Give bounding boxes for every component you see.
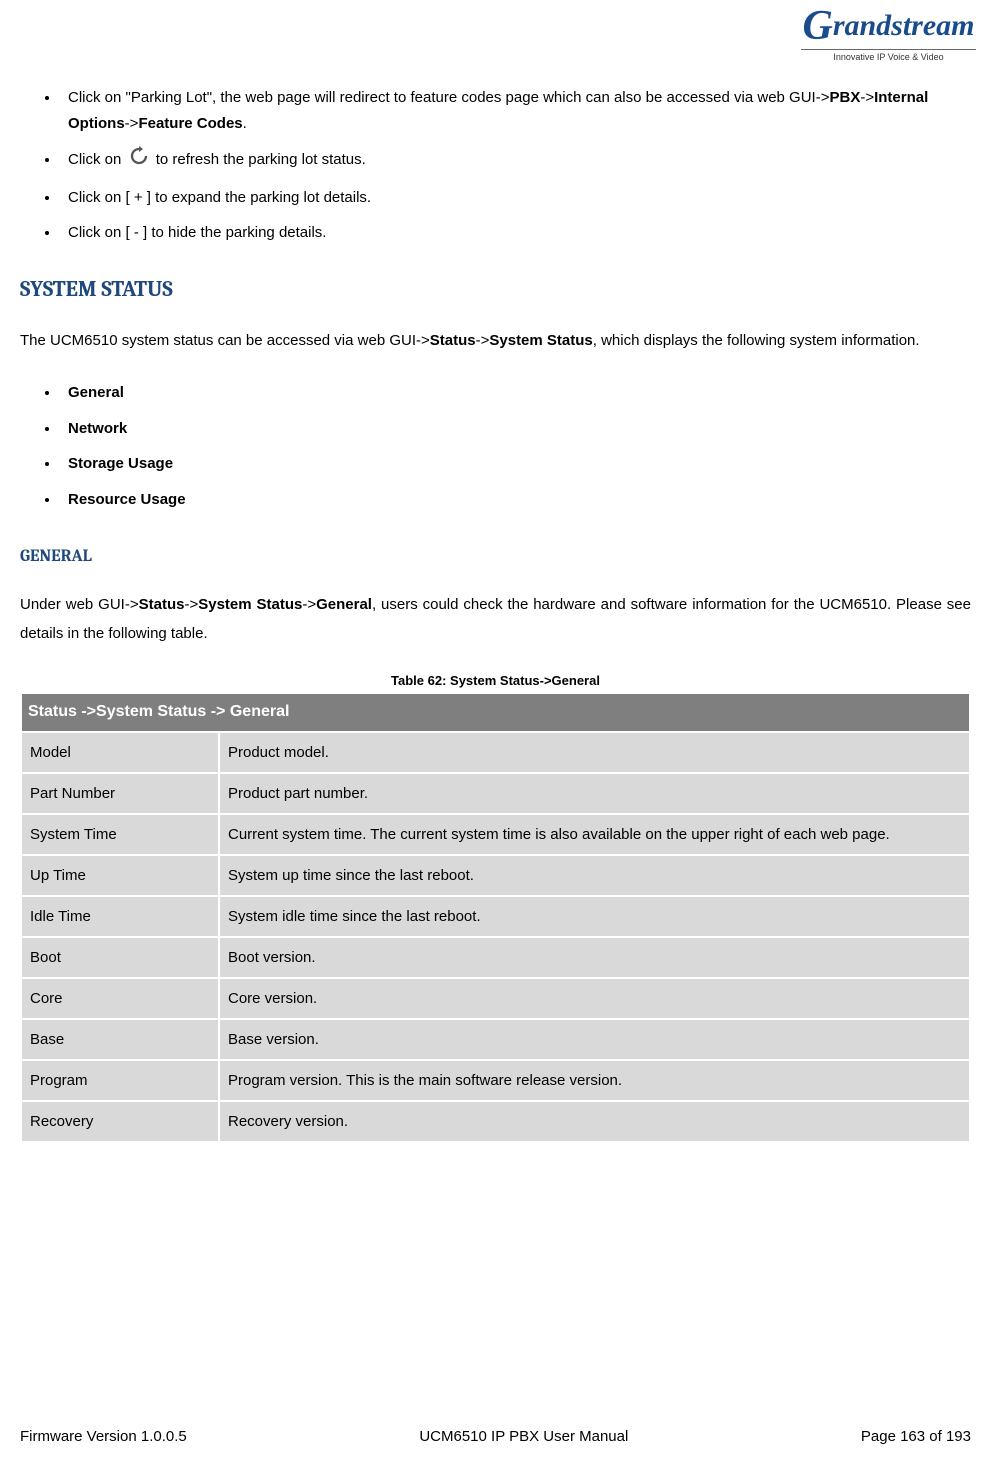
subsection-heading: GENERAL [20,547,971,566]
table-row: System Time Current system time. The cur… [22,815,969,854]
page-content: Click on "Parking Lot", the web page wil… [20,20,971,1143]
path-segment: Status [139,596,185,613]
row-label: Model [22,733,218,772]
sep: -> [184,596,198,613]
logo-tagline: Innovative IP Voice & Video [801,49,976,62]
text: , which displays the following system in… [593,332,920,349]
section-heading: SYSTEM STATUS [20,276,971,302]
sep: -> [476,332,490,349]
table-row: Model Product model. [22,733,969,772]
footer-left: Firmware Version 1.0.0.5 [20,1428,187,1445]
text: to refresh the parking lot status. [156,151,366,168]
label: Network [68,420,127,437]
path-segment: System Status [489,332,592,349]
info-category-list: General Network Storage Usage Resource U… [20,380,971,512]
table-row: Base Base version. [22,1020,969,1059]
row-label: System Time [22,815,218,854]
path-segment: Feature Codes [138,115,242,132]
instruction-list-1: Click on "Parking Lot", the web page wil… [20,85,971,246]
row-desc: System idle time since the last reboot. [220,897,969,936]
row-desc: Base version. [220,1020,969,1059]
table-row: Program Program version. This is the mai… [22,1061,969,1100]
general-status-table: Status ->System Status -> General Model … [20,692,971,1143]
refresh-icon [129,146,149,175]
list-item: Network [60,416,971,442]
row-desc: Current system time. The current system … [220,815,969,854]
row-desc: Program version. This is the main softwa… [220,1061,969,1100]
brand-logo: Grandstream Innovative IP Voice & Video [801,5,976,65]
table-header: Status ->System Status -> General [22,694,969,731]
sep: -> [125,115,139,132]
table-row: Up Time System up time since the last re… [22,856,969,895]
row-label: Recovery [22,1102,218,1141]
row-desc: Product part number. [220,774,969,813]
subsection-intro: Under web GUI->Status->System Status->Ge… [20,591,971,648]
footer-center: UCM6510 IP PBX User Manual [419,1428,628,1445]
row-desc: System up time since the last reboot. [220,856,969,895]
sep: -> [302,596,316,613]
footer-right: Page 163 of 193 [861,1428,971,1445]
list-item: Storage Usage [60,451,971,477]
sep: -> [860,89,874,106]
table-row: Boot Boot version. [22,938,969,977]
list-item: Resource Usage [60,487,971,513]
row-label: Boot [22,938,218,977]
label: Resource Usage [68,491,186,508]
list-item: Click on "Parking Lot", the web page wil… [60,85,971,136]
row-label: Up Time [22,856,218,895]
path-segment: General [316,596,372,613]
label: General [68,384,124,401]
list-item: Click on to refresh the parking lot stat… [60,146,971,175]
text: , users could check the hardware and sof… [372,596,687,613]
table-row: Idle Time System idle time since the las… [22,897,969,936]
text: Click on "Parking Lot", the web page wil… [68,89,829,106]
text: Under web GUI-> [20,596,139,613]
page-footer: Firmware Version 1.0.0.5 UCM6510 IP PBX … [20,1428,971,1445]
list-item: Click on [ - ] to hide the parking detai… [60,220,971,246]
list-item: General [60,380,971,406]
row-label: Idle Time [22,897,218,936]
text: The UCM6510 system status can be accesse… [20,332,430,349]
table-row: Recovery Recovery version. [22,1102,969,1141]
path-segment: Status [430,332,476,349]
row-label: Program [22,1061,218,1100]
row-label: Base [22,1020,218,1059]
section-intro: The UCM6510 system status can be accesse… [20,327,971,356]
table-row: Core Core version. [22,979,969,1018]
text: Click on [68,151,126,168]
table-caption: Table 62: System Status->General [20,673,971,688]
list-item: Click on [ + ] to expand the parking lot… [60,185,971,211]
row-desc: Product model. [220,733,969,772]
row-label: Core [22,979,218,1018]
row-desc: Boot version. [220,938,969,977]
row-desc: Core version. [220,979,969,1018]
path-segment: System Status [198,596,302,613]
row-desc: Recovery version. [220,1102,969,1141]
path-segment: PBX [829,89,860,106]
text: . [243,115,247,132]
table-header-row: Status ->System Status -> General [22,694,969,731]
label: Storage Usage [68,455,173,472]
row-label: Part Number [22,774,218,813]
table-row: Part Number Product part number. [22,774,969,813]
logo-text: Grandstream [801,5,976,47]
